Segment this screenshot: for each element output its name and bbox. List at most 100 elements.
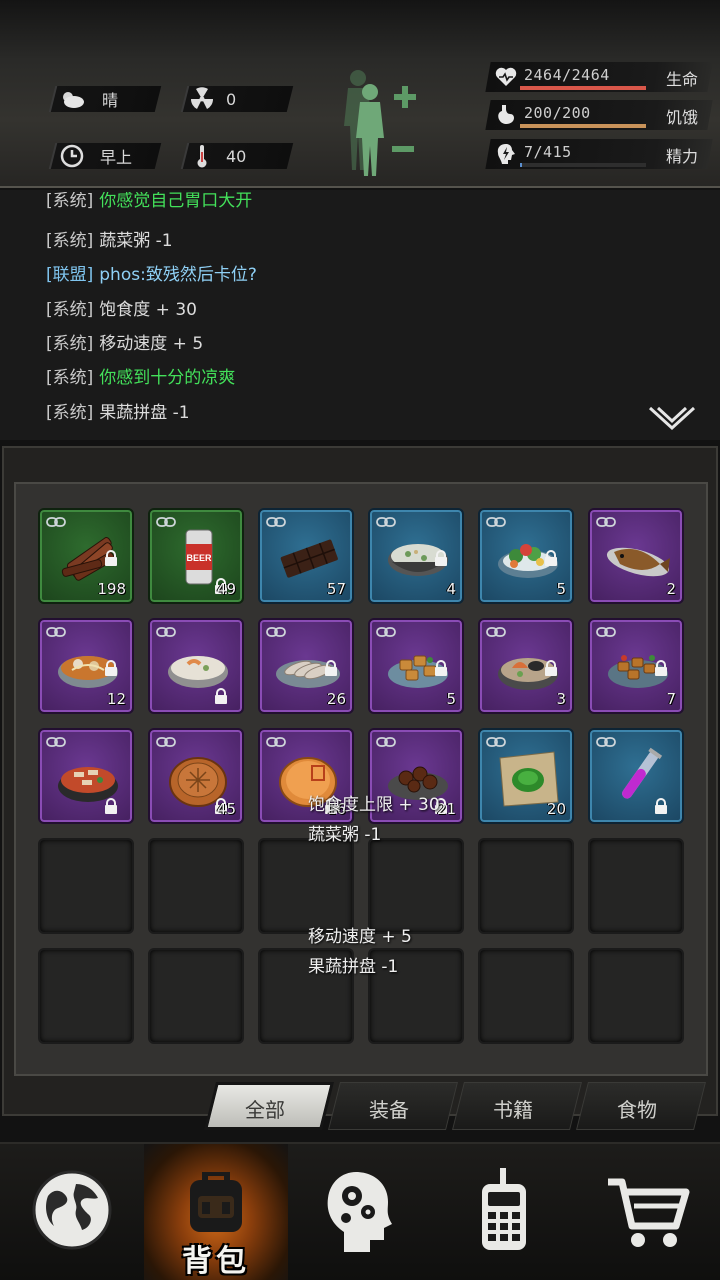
item-quantity: 5 [556,580,566,598]
inventory-slot[interactable]: 57 [258,508,354,604]
tab-equipment-label: 装备 [369,1098,409,1122]
lock-icon [105,798,117,814]
inventory-slot[interactable]: BEER 49 [148,508,244,604]
inventory-slot-empty[interactable] [38,838,134,934]
inventory-slot-empty[interactable] [368,838,464,934]
chat-line: [系统] 你感觉自己胃口大开 [46,191,253,211]
health-stat: 2464/2464 生命 [485,62,714,92]
inventory-slot[interactable]: 2 [588,508,684,604]
inventory-slot[interactable] [38,728,134,824]
inventory-slot[interactable]: 3 [478,618,574,714]
inventory-slot[interactable]: 26 [258,618,354,714]
item-quantity: 20 [546,800,566,818]
thermometer-icon [188,143,216,169]
inventory-slot-empty[interactable] [588,948,684,1044]
inventory-slot[interactable]: 5 [368,618,464,714]
chat-log[interactable]: [系统] 你感觉自己胃口大开 [系统] 蔬菜粥 -1 [联盟] phos:致残然后卡位… [0,190,720,440]
clock-icon [58,143,86,169]
lock-icon [545,660,557,676]
inventory-slot-empty[interactable] [588,838,684,934]
lock-icon [435,550,447,566]
radiation-indicator: 0 [188,86,236,112]
item-quantity: 198 [97,580,126,598]
inventory-slot-empty[interactable] [478,838,574,934]
radiation-icon [188,86,216,112]
heart-pulse-icon [495,67,517,86]
chat-line: [系统] 蔬菜粥 -1 [46,231,173,251]
shopping-cart-icon [608,1178,690,1247]
nav-backpack[interactable]: 背包 [144,1144,288,1280]
item-quantity: 26 [326,690,346,708]
herb-paste-icon [499,751,559,807]
floating-text: 饱食度上限 + 30 [308,795,440,815]
inventory-slot-empty[interactable] [38,948,134,1044]
energy-value: 7/415 [524,143,572,161]
floating-text: 蔬菜粥 -1 [308,825,382,845]
health-value: 2464/2464 [524,66,610,84]
inventory-slot[interactable]: 7 [588,618,684,714]
item-quantity: 45 [216,800,236,818]
chat-line: [系统] 饱食度 + 30 [46,300,197,320]
lock-icon [325,660,337,676]
hunger-value: 200/200 [524,104,591,122]
stomach-icon [498,105,514,124]
inventory-slot[interactable]: 20 [478,728,574,824]
hunger-label: 饥饿 [665,108,698,127]
energy-stat: 7/415 精力 [485,139,714,169]
hunger-stat: 200/200 饥饿 [485,100,714,130]
floating-text: 果蔬拼盘 -1 [308,957,399,977]
item-quantity: 2 [666,580,676,598]
bottom-nav: 背包 [0,1142,720,1280]
inventory-slot-empty[interactable] [148,948,244,1044]
item-quantity: 12 [106,690,126,708]
tab-all-label: 全部 [245,1098,285,1122]
hunger-bar [520,124,646,128]
floating-text: 移动速度 + 5 [308,927,412,947]
inventory-slot[interactable] [588,728,684,824]
lock-icon [215,688,227,704]
plus-icon [394,86,416,108]
temperature-indicator: 40 [188,143,246,169]
lock-icon [435,660,447,676]
inventory-slot-empty[interactable] [148,838,244,934]
cloud-sun-icon [58,86,86,112]
nav-radio[interactable] [432,1144,576,1280]
chat-line: [联盟] phos:致残然后卡位? [46,265,257,285]
radiation-value: 0 [226,89,237,109]
inventory-slot[interactable]: 5 [478,508,574,604]
status-bar: 晴 0 早上 40 2464/2464 生命 200/200 饥饿 7/415 … [0,0,720,188]
backpack-icon [190,1172,242,1232]
tab-books-label: 书籍 [493,1098,533,1122]
energy-bar [520,163,646,167]
inventory-slot[interactable]: 12 [38,618,134,714]
inventory-slot-empty[interactable] [258,838,354,934]
inventory-slot[interactable]: 4 [368,508,464,604]
inventory-slot[interactable]: 45 [148,728,244,824]
inventory-slot[interactable] [148,618,244,714]
temperature-value: 40 [226,146,247,166]
inventory-slot[interactable]: 198 [38,508,134,604]
nav-world-map[interactable] [0,1144,144,1280]
nav-shop[interactable] [576,1144,720,1280]
lock-icon [655,660,667,676]
brain-bolt-icon [497,144,515,164]
globe-icon [32,1170,112,1250]
energy-label: 精力 [665,147,698,166]
nav-skills[interactable] [288,1144,432,1280]
chat-line: [系统] 果蔬拼盘 -1 [46,403,190,423]
grilled-fish-icon [606,547,670,577]
time-text: 早上 [100,148,133,167]
item-quantity: 49 [216,580,236,598]
chevron-down-icon[interactable] [648,404,696,432]
item-quantity: 7 [666,690,676,708]
tab-food-label: 食物 [617,1098,657,1122]
body-status-figure[interactable] [336,66,432,178]
weather-indicator: 晴 [58,86,118,112]
lock-icon [105,660,117,676]
item-quantity: 5 [446,690,456,708]
health-label: 生命 [665,70,698,89]
minus-icon [392,146,414,152]
chat-line: [系统] 你感到十分的凉爽 [46,368,236,388]
item-quantity: 4 [446,580,456,598]
inventory-slot-empty[interactable] [478,948,574,1044]
